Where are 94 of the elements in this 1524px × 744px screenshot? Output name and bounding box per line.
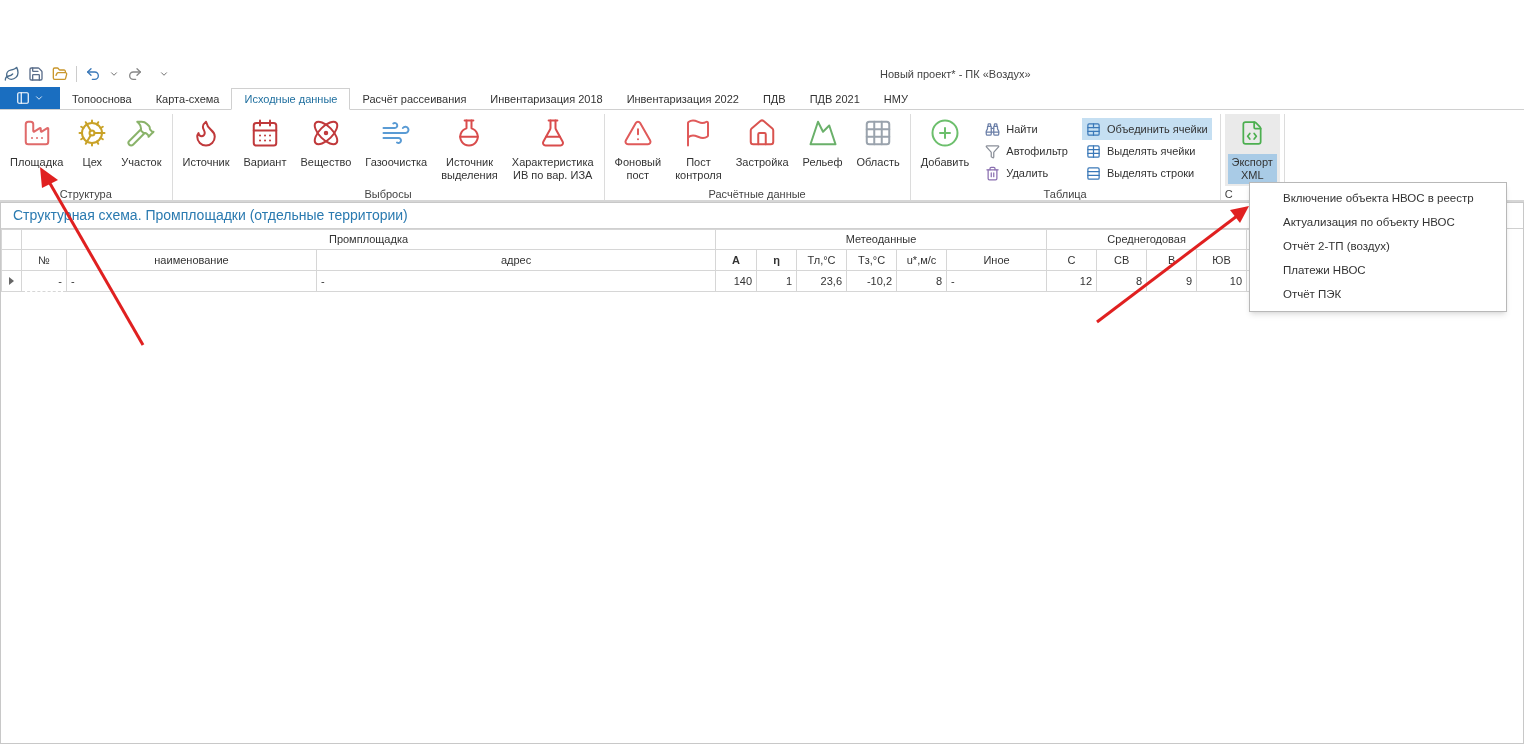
column-header[interactable]: СВ	[1096, 249, 1147, 271]
hammer-icon	[126, 118, 157, 148]
ribbon-small-button[interactable]: Автофильтр	[981, 140, 1072, 162]
window-title: Новый проект* - ПК «Воздух»	[880, 66, 1031, 82]
table-cell: -	[66, 270, 317, 292]
folder-icon[interactable]	[52, 66, 68, 82]
cog-icon	[77, 118, 108, 148]
group-header: Промплощадка	[21, 229, 716, 250]
ribbon-button[interactable]: Область	[850, 114, 906, 186]
column-header[interactable]: η	[756, 249, 797, 271]
table-cell: 1	[756, 270, 797, 292]
ribbon-tab[interactable]: Карта-схема	[143, 88, 232, 110]
column-header[interactable]: Иное	[946, 249, 1047, 271]
menu-item[interactable]: Платежи НВОС	[1250, 259, 1506, 283]
ribbon-button[interactable]: Добавить	[914, 114, 976, 186]
ribbon-small-button[interactable]: Найти	[981, 118, 1072, 140]
menu-item[interactable]: Отчёт 2-ТП (воздух)	[1250, 235, 1506, 259]
ribbon-button[interactable]: Фоновый пост	[608, 114, 668, 186]
column-header[interactable]: ЮВ	[1196, 249, 1247, 271]
ribbon-button[interactable]: Цех	[71, 114, 114, 186]
trash-icon	[985, 165, 1001, 181]
table-cell: 10	[1196, 270, 1247, 292]
mountain-icon	[807, 118, 838, 148]
menu-item[interactable]: Актуализация по объекту НВОС	[1250, 211, 1506, 235]
add-icon	[930, 118, 960, 148]
column-header[interactable]: Тл,°С	[796, 249, 847, 271]
menu-item[interactable]: Отчёт ПЭК	[1250, 283, 1506, 307]
redo-icon[interactable]	[127, 66, 143, 82]
ribbon-button[interactable]: Рельеф	[796, 114, 849, 186]
table-cell: -	[946, 270, 1047, 292]
ribbon-button[interactable]: Газоочистка	[359, 114, 434, 186]
ribbon-button[interactable]: Участок	[115, 114, 168, 186]
ribbon-group-label: Таблица	[1042, 187, 1088, 202]
menu-item[interactable]: Включение объекта НВОС в реестр	[1250, 187, 1506, 211]
table-icon	[1085, 121, 1101, 137]
column-header[interactable]: наименование	[66, 249, 317, 271]
ribbon-tab[interactable]: Инвентаризация 2022	[614, 88, 751, 110]
save-icon[interactable]	[28, 66, 44, 82]
row-indicator[interactable]	[1, 270, 22, 292]
table-icon	[1085, 143, 1101, 159]
group-header: Метеоданные	[715, 229, 1047, 250]
customize-icon[interactable]	[159, 69, 169, 79]
ribbon-button[interactable]: Вариант	[237, 114, 293, 186]
table-cell: 9	[1146, 270, 1197, 292]
export-button[interactable]: Экспорт XML	[1224, 114, 1280, 186]
ribbon-tab[interactable]: ПДВ 2021	[797, 88, 872, 110]
column-header[interactable]: №	[21, 249, 67, 271]
ribbon-group-label: Выбросы	[363, 187, 413, 202]
group-header: Среднегодовая	[1046, 229, 1247, 250]
warning-icon	[622, 118, 653, 148]
ribbon-button[interactable]: Площадка	[4, 114, 70, 186]
rows-icon	[1085, 165, 1101, 181]
ribbon-button[interactable]: Застройка	[729, 114, 795, 186]
column-header[interactable]: С	[1046, 249, 1097, 271]
file-menu-button[interactable]	[0, 87, 60, 109]
ribbon-tab[interactable]: Расчёт рассеивания	[350, 88, 479, 110]
ribbon-button[interactable]: Вещество	[294, 114, 358, 186]
ribbon-tab[interactable]: Инвентаризация 2018	[478, 88, 615, 110]
table-cell: -10,2	[846, 270, 897, 292]
column-header[interactable]: В	[1146, 249, 1197, 271]
ribbon-tab[interactable]: НМУ	[871, 88, 920, 110]
table-cell: 8	[896, 270, 947, 292]
column-header[interactable]: Тз,°С	[846, 249, 897, 271]
column-header[interactable]: А	[715, 249, 757, 271]
ribbon-small-button[interactable]: Объединить ячейки	[1081, 118, 1212, 140]
ribbon-small-button[interactable]: Удалить	[981, 162, 1072, 184]
binoculars-icon	[985, 121, 1001, 137]
leaf-icon[interactable]	[4, 66, 20, 82]
panel-icon	[16, 91, 30, 105]
ribbon-tab[interactable]: Топооснова	[60, 88, 144, 110]
table-cell: -	[316, 270, 716, 292]
caret-icon[interactable]	[109, 69, 119, 79]
ribbon-button[interactable]: Источник	[176, 114, 236, 186]
column-header[interactable]: адрес	[316, 249, 716, 271]
ribbon-tab[interactable]: Исходные данные	[231, 88, 351, 110]
table-cell: 12	[1046, 270, 1097, 292]
table-cell: 23,6	[796, 270, 847, 292]
undo-icon[interactable]	[85, 66, 101, 82]
ribbon-button[interactable]: Характеристика ИВ по вар. ИЗА	[505, 114, 600, 186]
caret-icon	[34, 93, 44, 103]
ribbon-group-label: Расчётные данные	[707, 187, 807, 202]
ribbon-button[interactable]: Источник выделения	[435, 114, 504, 186]
table-cell: 140	[715, 270, 757, 292]
export-label: Экспорт XML	[1227, 154, 1277, 184]
row-pointer-icon	[9, 276, 14, 285]
ribbon-tab[interactable]: ПДВ	[750, 88, 798, 110]
ribbon-small-button[interactable]: Выделять строки	[1081, 162, 1212, 184]
ribbon-group-label: С	[1224, 187, 1234, 202]
ribbon-group-label: Структура	[58, 187, 113, 202]
column-header[interactable]: u*,м/с	[896, 249, 947, 271]
ribbon-button[interactable]: Пост контроля	[669, 114, 728, 186]
funnel-icon	[985, 143, 1001, 159]
ribbon-small-button[interactable]: Выделять ячейки	[1081, 140, 1212, 162]
table-cell: 8	[1096, 270, 1147, 292]
